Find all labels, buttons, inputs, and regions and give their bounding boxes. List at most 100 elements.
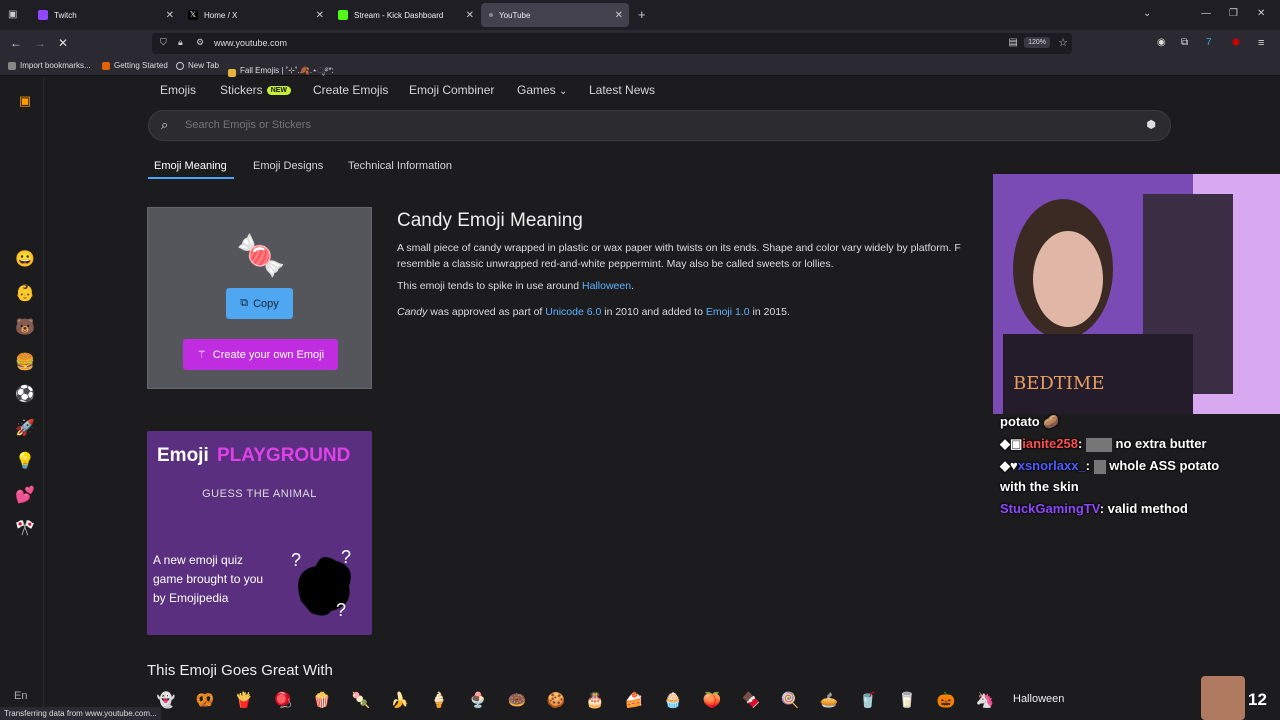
minimize-button[interactable]: — [1201,8,1211,19]
related-emoji[interactable]: 🪀 [272,690,294,712]
related-emoji[interactable]: 🍑 [701,690,723,712]
unicode-link[interactable]: Unicode 6.0 [545,306,601,318]
lock-icon[interactable]: 🔒︎ [178,37,183,48]
related-emoji[interactable]: 🎃 [935,690,957,712]
category-travel[interactable]: 🚀 [15,419,35,439]
related-emoji[interactable]: 🥛 [896,690,918,712]
url-text[interactable]: www.youtube.com [214,38,287,48]
candy-emoji[interactable]: 🍬 [236,232,286,280]
account-icon[interactable]: ◉ [1157,37,1166,48]
related-halloween-label[interactable]: Halloween [1013,693,1064,705]
stop-icon[interactable]: ✕ [58,36,68,50]
tab-emoji-meaning[interactable]: Emoji Meaning [154,160,227,172]
random-dice-icon[interactable]: ⬢ [1146,118,1156,131]
search-input[interactable] [185,119,1085,131]
chat-username: ianite258 [1022,436,1078,451]
maximize-button[interactable]: ❐ [1229,8,1238,19]
close-icon[interactable]: ✕ [615,10,623,21]
category-people[interactable]: 👶 [15,284,35,304]
category-symbols[interactable]: 💕 [15,486,35,506]
ublock-icon[interactable]: ⬢ [1232,37,1240,48]
playground-promo[interactable]: Emoji PLAYGROUND GUESS THE ANIMAL A new … [147,431,372,635]
tab-x[interactable]: 𝕏 Home / X ✕ [180,3,330,27]
chat-emote-icon [1093,459,1106,474]
nav-stickers-label: Stickers [220,83,263,97]
permissions-icon[interactable]: ⚙ [196,37,204,48]
new-tab-button[interactable]: + [638,7,646,22]
star-icon[interactable]: ☆ [1058,36,1068,49]
category-flags[interactable]: 🎌 [15,519,35,539]
related-emoji[interactable]: 🍨 [467,690,489,712]
kick-icon [338,10,348,20]
chat-emote-icon [1085,437,1112,452]
nav-create-emojis[interactable]: Create Emojis [313,83,388,97]
copy-button[interactable]: ⧉ Copy [226,288,293,319]
related-emoji[interactable]: 🥤 [857,690,879,712]
extension-7tv-icon[interactable]: 7 [1206,37,1212,48]
new-badge: NEW [266,86,292,96]
related-emoji[interactable]: 🍌 [389,690,411,712]
close-icon[interactable]: ✕ [166,10,174,21]
halloween-link[interactable]: Halloween [582,280,631,292]
reader-icon[interactable]: ▤ [1009,37,1018,48]
emojipedia-logo-icon[interactable]: ▣ [15,91,35,111]
category-food[interactable]: 🍔 [15,353,35,373]
tab-list-icon[interactable]: ▣ [8,9,17,20]
tab-strip: ▣ Twitch ✕ 𝕏 Home / X ✕ Stream - Kick Da… [0,0,1280,30]
related-emoji[interactable]: 🥨 [194,690,216,712]
tab-twitch[interactable]: Twitch ✕ [30,3,180,27]
related-emoji[interactable]: 🎂 [584,690,606,712]
related-emoji[interactable]: 🍡 [350,690,372,712]
category-animals[interactable]: 🐻 [15,318,35,338]
viewer-count: 12 [1248,690,1267,709]
tab-emoji-designs[interactable]: Emoji Designs [253,160,323,172]
nav-emoji-combiner[interactable]: Emoji Combiner [409,83,494,97]
page-title: Candy Emoji Meaning [397,210,583,231]
close-icon[interactable]: ✕ [466,10,474,21]
related-emoji[interactable]: 🍿 [311,690,333,712]
emoji-category-sidebar: ▣ 😀 👶 🐻 🍔 ⚽ 🚀 💡 💕 🎌 En [0,77,44,720]
bookmark-new-tab[interactable]: New Tab [176,61,219,70]
shield-icon[interactable]: ⛉ [160,37,167,48]
tab-technical-information[interactable]: Technical Information [348,160,452,172]
description-line-1: A small piece of candy wrapped in plasti… [397,242,961,254]
create-emoji-button[interactable]: ⚚ Create your own Emoji [183,339,338,370]
bookmark-getting-started[interactable]: Getting Started [102,61,168,70]
close-icon[interactable]: ✕ [316,10,324,21]
category-smileys[interactable]: 😀 [15,250,35,270]
search-bar[interactable]: ⌕ ⬢ [148,110,1171,141]
related-emoji[interactable]: 🍦 [428,690,450,712]
related-emoji[interactable]: 🍫 [740,690,762,712]
tab-kick[interactable]: Stream - Kick Dashboard ✕ [330,3,480,27]
nav-emojis[interactable]: Emojis [160,83,196,97]
related-emoji[interactable]: 🥧 [818,690,840,712]
close-window-button[interactable]: ✕ [1257,8,1265,19]
emoji-card: 🍬 ⧉ Copy ⚚ Create your own Emoji [147,207,372,389]
nav-games[interactable]: Games ⌄ [517,83,567,97]
chevron-down-icon[interactable]: ⌄ [1143,8,1151,19]
chat-badge-icon: ◆♥ [1000,458,1018,473]
nav-stickers[interactable]: Stickers NEW [220,83,292,97]
nav-latest-news[interactable]: Latest News [589,83,655,97]
related-emoji[interactable]: 🍭 [779,690,801,712]
menu-icon[interactable]: ≡ [1258,37,1264,49]
related-emoji[interactable]: 🦄 [974,690,996,712]
related-emoji[interactable]: 🍟 [233,690,255,712]
x-icon: 𝕏 [188,10,198,20]
category-activities[interactable]: ⚽ [15,385,35,405]
category-objects[interactable]: 💡 [15,452,35,472]
related-emoji[interactable]: 🧁 [662,690,684,712]
spike-suffix: . [631,280,634,292]
bookmark-import[interactable]: Import bookmarks... [8,61,91,70]
related-emoji[interactable]: 🍪 [545,690,567,712]
language-selector[interactable]: En [14,690,27,702]
related-emoji[interactable]: 🍰 [623,690,645,712]
tab-youtube[interactable]: YouTube ✕ [481,3,629,27]
emoji-version-link[interactable]: Emoji 1.0 [706,306,750,318]
zoom-level[interactable]: 120% [1024,37,1050,48]
forward-icon[interactable]: → [34,36,46,50]
url-bar[interactable]: ⛉ 🔒︎ ⚙ www.youtube.com ▤ 120% ☆ [152,33,1072,54]
extensions-icon[interactable]: ⧉ [1181,37,1188,48]
back-icon[interactable]: ← [10,36,22,50]
related-emoji[interactable]: 🍩 [506,690,528,712]
